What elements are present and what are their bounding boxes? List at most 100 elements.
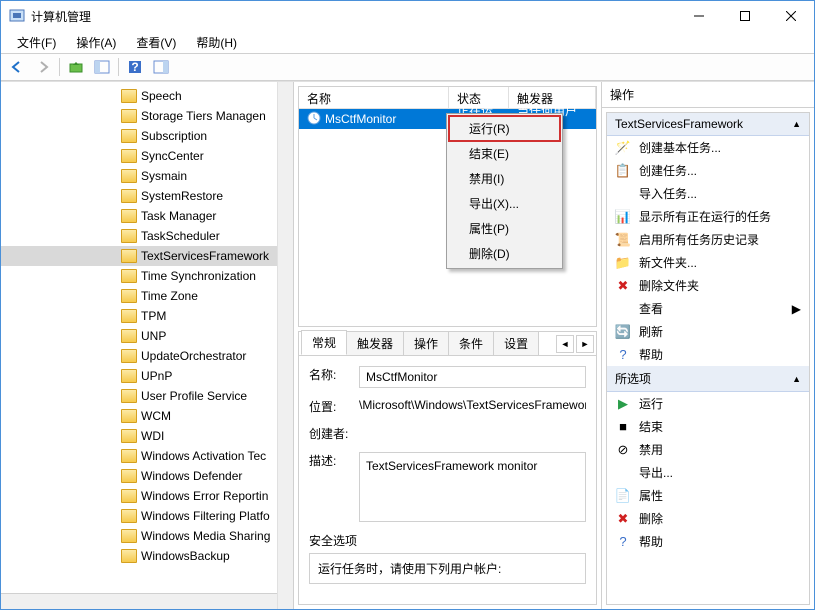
tree-item[interactable]: WCM xyxy=(1,406,293,426)
desc-field[interactable]: TextServicesFramework monitor xyxy=(359,452,586,522)
close-button[interactable] xyxy=(768,1,814,31)
action-create[interactable]: 📋创建任务... xyxy=(607,159,809,182)
app-icon xyxy=(9,8,25,24)
menu-file[interactable]: 文件(F) xyxy=(7,32,66,53)
action-import[interactable]: 导入任务... xyxy=(607,182,809,205)
ctx-end[interactable]: 结束(E) xyxy=(449,141,560,166)
ctx-properties[interactable]: 属性(P) xyxy=(449,216,560,241)
tree-item[interactable]: WDI xyxy=(1,426,293,446)
refresh-icon: 🔄 xyxy=(615,324,631,340)
delete-icon-2: ✖ xyxy=(615,511,631,527)
clock-icon xyxy=(307,111,321,128)
action-new-folder[interactable]: 📁新文件夹... xyxy=(607,251,809,274)
collapse-icon: ▲ xyxy=(792,119,801,129)
action-properties[interactable]: 📄属性 xyxy=(607,484,809,507)
tab-actions[interactable]: 操作 xyxy=(403,331,449,355)
action-export[interactable]: 导出... xyxy=(607,461,809,484)
action-history[interactable]: 📜启用所有任务历史记录 xyxy=(607,228,809,251)
tab-conditions[interactable]: 条件 xyxy=(448,331,494,355)
tree-scrollbar[interactable] xyxy=(277,82,293,609)
task-icon: 📋 xyxy=(615,163,631,179)
task-list[interactable]: 名称 状态 触发器 MsCtfMonitor 正在运行 当任何用户登录时 运行(… xyxy=(298,86,597,327)
tree-item[interactable]: Time Synchronization xyxy=(1,266,293,286)
up-button[interactable] xyxy=(64,56,88,78)
menu-view[interactable]: 查看(V) xyxy=(126,32,186,53)
tab-settings[interactable]: 设置 xyxy=(493,331,539,355)
minimize-button[interactable] xyxy=(676,1,722,31)
action-delete[interactable]: ✖删除 xyxy=(607,507,809,530)
menu-action[interactable]: 操作(A) xyxy=(66,32,126,53)
menu-help[interactable]: 帮助(H) xyxy=(186,32,247,53)
tree-scrollbar-x[interactable] xyxy=(1,593,277,609)
tree-item[interactable]: UNP xyxy=(1,326,293,346)
col-name[interactable]: 名称 xyxy=(299,87,449,108)
tree-item[interactable]: UpdateOrchestrator xyxy=(1,346,293,366)
folder-icon xyxy=(121,289,137,303)
folder-icon xyxy=(121,449,137,463)
forward-button[interactable] xyxy=(31,56,55,78)
tree-item[interactable]: Windows Filtering Platfo xyxy=(1,506,293,526)
tab-triggers[interactable]: 触发器 xyxy=(346,331,404,355)
stop-icon: ■ xyxy=(615,419,631,435)
tree-item[interactable]: Windows Activation Tec xyxy=(1,446,293,466)
ctx-disable[interactable]: 禁用(I) xyxy=(449,166,560,191)
tree-item[interactable]: Windows Error Reportin xyxy=(1,486,293,506)
show-hide-tree-button[interactable] xyxy=(90,56,114,78)
tree-pane[interactable]: SpeechStorage Tiers ManagenSubscriptionS… xyxy=(1,82,294,609)
action-show-running[interactable]: 📊显示所有正在运行的任务 xyxy=(607,205,809,228)
action-create-basic[interactable]: 🪄创建基本任务... xyxy=(607,136,809,159)
tree-item[interactable]: Sysmain xyxy=(1,166,293,186)
action-run[interactable]: ▶运行 xyxy=(607,392,809,415)
tree-item[interactable]: WindowsBackup xyxy=(1,546,293,566)
tree-item[interactable]: TPM xyxy=(1,306,293,326)
ctx-delete[interactable]: 删除(D) xyxy=(449,241,560,266)
name-field[interactable]: MsCtfMonitor xyxy=(359,366,586,388)
folder-icon xyxy=(121,309,137,323)
tree-item[interactable]: TaskScheduler xyxy=(1,226,293,246)
action-disable[interactable]: ⊘禁用 xyxy=(607,438,809,461)
tree-item[interactable]: Windows Media Sharing xyxy=(1,526,293,546)
tree-item[interactable]: Storage Tiers Managen xyxy=(1,106,293,126)
tree-item[interactable]: SystemRestore xyxy=(1,186,293,206)
folder-icon xyxy=(121,209,137,223)
tree-item[interactable]: TextServicesFramework xyxy=(1,246,293,266)
tree-item[interactable]: Task Manager xyxy=(1,206,293,226)
window-title: 计算机管理 xyxy=(31,8,676,25)
tree-item[interactable]: Time Zone xyxy=(1,286,293,306)
folder-icon xyxy=(121,409,137,423)
tree-item[interactable]: Speech xyxy=(1,86,293,106)
folder-icon xyxy=(121,149,137,163)
svg-text:?: ? xyxy=(131,60,138,74)
tab-scroll-left[interactable]: ◄ xyxy=(556,335,574,353)
action-delete-folder[interactable]: ✖删除文件夹 xyxy=(607,274,809,297)
maximize-button[interactable] xyxy=(722,1,768,31)
tree-item-label: Task Manager xyxy=(141,209,216,223)
back-button[interactable] xyxy=(5,56,29,78)
titlebar: 计算机管理 xyxy=(1,1,814,31)
tab-scroll-right[interactable]: ► xyxy=(576,335,594,353)
action-refresh[interactable]: 🔄刷新 xyxy=(607,320,809,343)
wizard-icon: 🪄 xyxy=(615,140,631,156)
actions-section-framework[interactable]: TextServicesFramework▲ xyxy=(607,113,809,136)
tree-item[interactable]: SyncCenter xyxy=(1,146,293,166)
action-end[interactable]: ■结束 xyxy=(607,415,809,438)
tree-item-label: Time Synchronization xyxy=(141,269,256,283)
ctx-export[interactable]: 导出(X)... xyxy=(449,191,560,216)
ctx-run[interactable]: 运行(R) xyxy=(449,116,560,141)
tab-general[interactable]: 常规 xyxy=(301,330,347,355)
tree-item[interactable]: UPnP xyxy=(1,366,293,386)
props-icon: 📄 xyxy=(615,488,631,504)
author-label: 创建者: xyxy=(309,425,359,442)
help-icon-button[interactable]: ? xyxy=(123,56,147,78)
action-view[interactable]: 查看▶ xyxy=(607,297,809,320)
folder-icon xyxy=(121,429,137,443)
tree-item[interactable]: Subscription xyxy=(1,126,293,146)
properties-button[interactable] xyxy=(149,56,173,78)
tree-item[interactable]: User Profile Service xyxy=(1,386,293,406)
actions-section-selected[interactable]: 所选项▲ xyxy=(607,366,809,392)
tree-item-label: WindowsBackup xyxy=(141,549,230,563)
export-icon xyxy=(615,465,631,481)
action-help-1[interactable]: ?帮助 xyxy=(607,343,809,366)
action-help-2[interactable]: ?帮助 xyxy=(607,530,809,553)
tree-item[interactable]: Windows Defender xyxy=(1,466,293,486)
